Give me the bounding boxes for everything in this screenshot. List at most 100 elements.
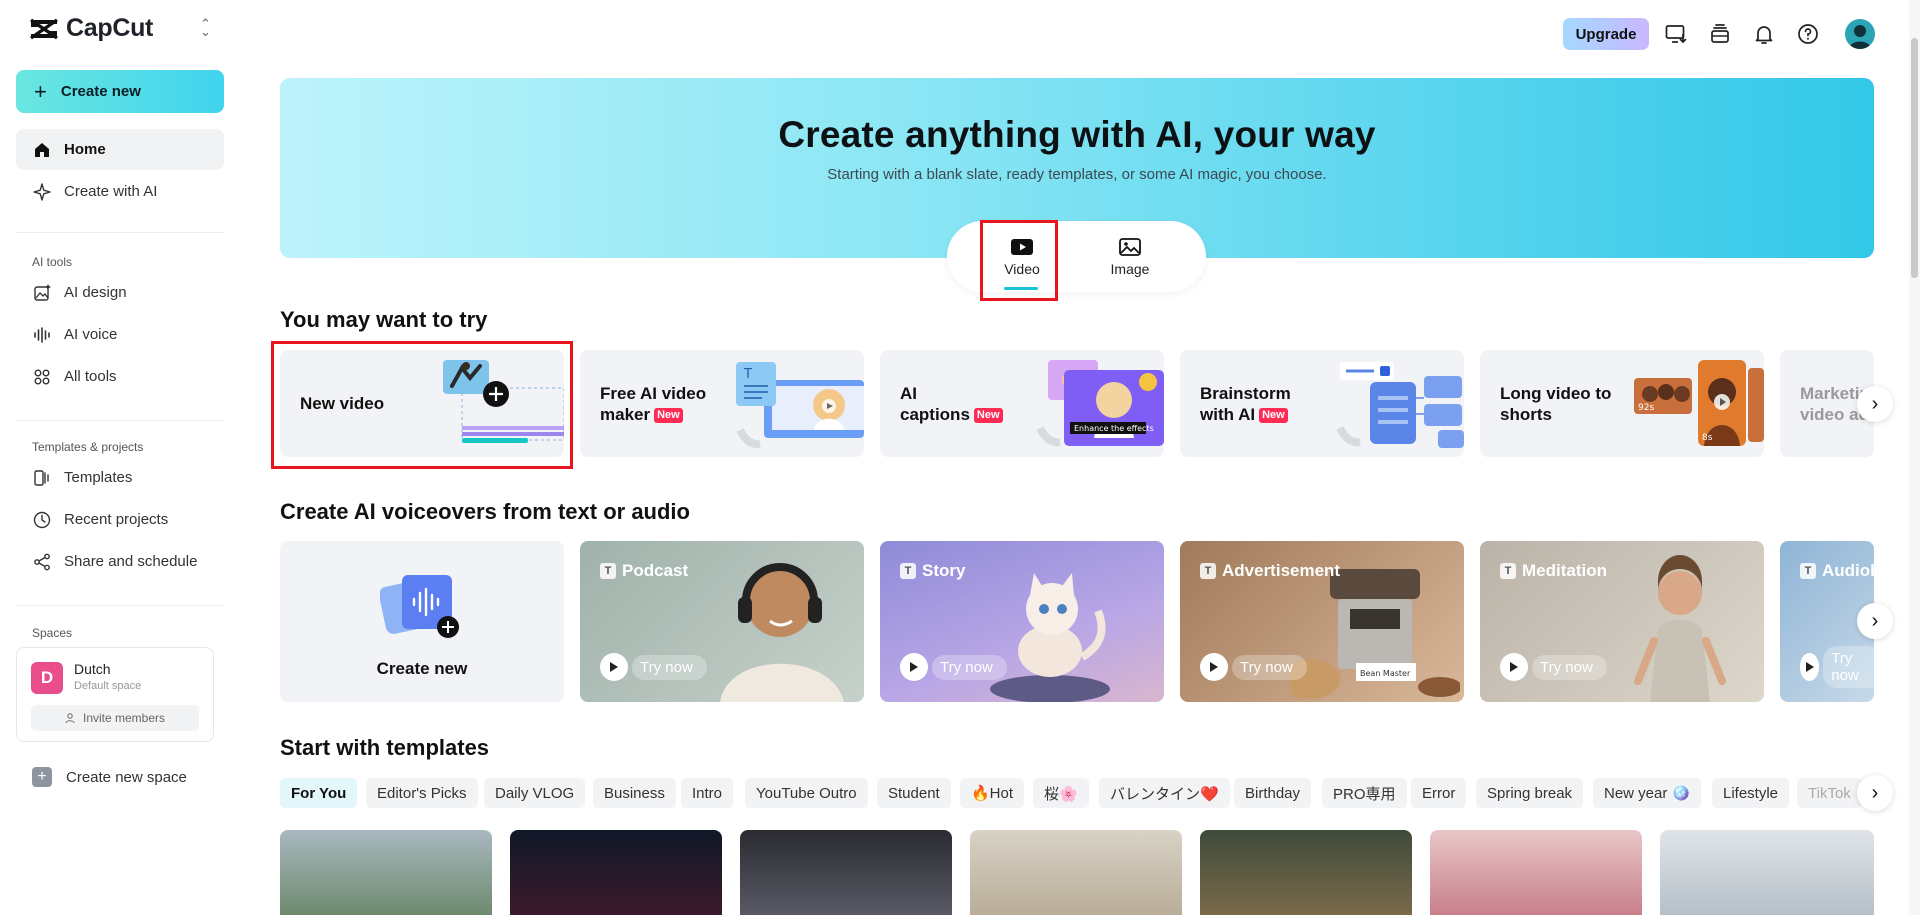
voice-card-label: T Story — [900, 561, 965, 581]
section-label-templates-projects: Templates & projects — [32, 440, 144, 454]
scrollbar-thumb[interactable] — [1911, 38, 1918, 278]
section-title-templates: Start with templates — [280, 735, 490, 760]
svg-text:92s: 92s — [1638, 403, 1654, 413]
text-icon: T — [1800, 563, 1816, 579]
play-icon — [900, 653, 928, 681]
template-card[interactable] — [280, 830, 492, 915]
chip-business[interactable]: Business — [593, 778, 676, 808]
sidebar-item-home[interactable]: Home — [16, 129, 224, 170]
sidebar-item-create-with-ai[interactable]: Create with AI — [16, 171, 224, 212]
sidebar-item-share-schedule[interactable]: Share and schedule — [16, 541, 224, 582]
chip-intro[interactable]: Intro — [681, 778, 734, 808]
brainstorm-illustration — [1336, 362, 1464, 448]
image-sparkle-icon — [34, 283, 51, 301]
sparkle-icon — [33, 182, 51, 201]
sidebar: CapCut ⌃ ⌄ + Create new Home Create with … — [0, 0, 240, 915]
sidebar-item-label: Home — [64, 141, 106, 158]
try-card-label: Long video to shorts — [1500, 383, 1612, 424]
podcast-host-image — [720, 563, 844, 702]
plus-icon: + — [34, 78, 47, 104]
try-now-button[interactable]: Try now — [1800, 646, 1874, 688]
stack-icon[interactable] — [1708, 22, 1732, 46]
space-card[interactable]: D Dutch Default space Invite members — [16, 647, 214, 742]
long-to-shorts-illustration: 92s 8s — [1634, 360, 1764, 446]
template-card[interactable] — [1200, 830, 1412, 915]
voice-card-label: T Meditation — [1500, 561, 1607, 581]
voice-create-new-card[interactable]: Create new — [280, 541, 564, 702]
try-now-button[interactable]: Try now — [1500, 652, 1607, 682]
workspace-switch-icon[interactable]: ⌃ ⌄ — [200, 17, 211, 38]
template-card[interactable] — [740, 830, 952, 915]
create-new-label: Create new — [60, 83, 141, 100]
template-card[interactable] — [970, 830, 1182, 915]
chip-hot[interactable]: 🔥Hot — [960, 778, 1025, 808]
chip-new-year[interactable]: New year 🪩 — [1593, 778, 1702, 808]
try-card-long-video-to-shorts[interactable]: Long video to shorts 92s 8s — [1480, 350, 1764, 457]
space-subtitle: Default space — [74, 680, 142, 692]
chip-pro[interactable]: PRO専用 — [1322, 778, 1407, 808]
sidebar-item-all-tools[interactable]: All tools — [16, 356, 224, 397]
app-name: CapCut — [66, 14, 154, 42]
try-now-button[interactable]: Try now — [900, 652, 1007, 682]
try-card-ai-captions[interactable]: AI captions New Enhance the effects — [880, 350, 1164, 457]
sidebar-item-label: AI design — [64, 284, 127, 301]
share-icon — [34, 553, 50, 570]
try-now-button[interactable]: Try now — [1200, 652, 1307, 682]
clock-icon — [33, 511, 51, 528]
bell-icon[interactable] — [1752, 22, 1776, 46]
play-icon — [1200, 653, 1228, 681]
svg-text:Bean Master: Bean Master — [1360, 669, 1411, 678]
sidebar-item-recent-projects[interactable]: Recent projects — [16, 499, 224, 540]
invite-members-button[interactable]: Invite members — [31, 705, 199, 731]
chip-youtube-outro[interactable]: YouTube Outro — [745, 778, 868, 808]
chip-error[interactable]: Error — [1411, 778, 1467, 808]
user-avatar[interactable] — [1845, 19, 1875, 49]
capcut-logo[interactable]: CapCut — [28, 14, 153, 43]
chip-valentine[interactable]: バレンタイン❤️ — [1099, 778, 1230, 808]
chip-for-you[interactable]: For You — [280, 778, 358, 808]
template-card[interactable] — [1430, 830, 1642, 915]
voice-create-new-label: Create new — [376, 659, 468, 678]
highlight-box-new-video — [271, 341, 573, 469]
divider — [16, 605, 224, 606]
upgrade-button[interactable]: Upgrade — [1563, 18, 1649, 50]
divider — [16, 420, 224, 421]
svg-text:Enhance the effects: Enhance the effects — [1074, 424, 1154, 433]
chip-lifestyle[interactable]: Lifestyle — [1712, 778, 1790, 808]
voice-card-meditation[interactable]: T Meditation Try now — [1480, 541, 1764, 702]
chips-next-button[interactable]: › — [1857, 775, 1893, 811]
chip-tiktok[interactable]: TikTok — [1797, 778, 1862, 808]
voice-next-button[interactable]: › — [1857, 603, 1893, 639]
chip-spring-break[interactable]: Spring break — [1476, 778, 1584, 808]
help-icon[interactable] — [1796, 22, 1820, 46]
template-card[interactable] — [1660, 830, 1874, 915]
sidebar-item-templates[interactable]: Templates — [16, 457, 224, 498]
highlight-box-video — [980, 220, 1058, 301]
try-card-brainstorm-with-ai[interactable]: Brainstorm with AI New — [1180, 350, 1464, 457]
voice-card-advertisement[interactable]: Bean Master T Advertisement Try now — [1180, 541, 1464, 702]
chip-sakura[interactable]: 桜🌸 — [1033, 778, 1089, 808]
sidebar-item-ai-voice[interactable]: AI voice — [16, 314, 224, 355]
chevron-right-icon: › — [1871, 781, 1879, 804]
sidebar-item-label: Share and schedule — [64, 553, 198, 570]
chip-editors-picks[interactable]: Editor's Picks — [366, 778, 478, 808]
chip-student[interactable]: Student — [877, 778, 951, 808]
section-title-try: You may want to try — [280, 307, 488, 332]
chip-daily-vlog[interactable]: Daily VLOG — [484, 778, 586, 808]
text-icon: T — [1500, 563, 1516, 579]
create-new-button[interactable]: + Create new — [16, 70, 224, 113]
chip-birthday[interactable]: Birthday — [1234, 778, 1312, 808]
voice-card-story[interactable]: T Story Try now — [880, 541, 1164, 702]
divider — [16, 232, 224, 233]
templates-icon — [34, 469, 49, 486]
text-icon: T — [1200, 563, 1216, 579]
sidebar-item-ai-design[interactable]: AI design — [16, 272, 224, 313]
create-new-space-button[interactable]: + Create new space — [32, 767, 187, 787]
voice-card-podcast[interactable]: T Podcast Try now — [580, 541, 864, 702]
template-card[interactable] — [510, 830, 722, 915]
tab-image[interactable]: Image — [1095, 237, 1165, 277]
try-now-button[interactable]: Try now — [600, 652, 707, 682]
try-card-free-ai-video-maker[interactable]: Free AI video maker New T — [580, 350, 864, 457]
try-next-button[interactable]: › — [1857, 386, 1893, 422]
download-desktop-icon[interactable] — [1664, 22, 1688, 46]
